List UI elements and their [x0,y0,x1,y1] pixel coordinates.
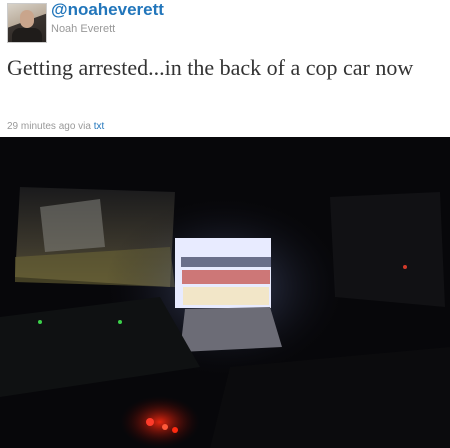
avatar-shirt [12,28,42,42]
tweet-meta: 29 minutes ago via txt [7,120,104,134]
avatar-face [20,10,34,28]
tweet-photo[interactable] [0,137,450,448]
user-handle-link[interactable]: @noaheverett [51,0,164,20]
tweet-text: Getting arrested...in the back of a cop … [7,55,414,80]
tweet-source-link[interactable]: txt [94,121,105,132]
user-real-name: Noah Everett [51,23,116,35]
via-label: via [78,121,91,132]
tweet-timestamp[interactable]: 29 minutes ago [7,121,75,132]
user-avatar[interactable] [7,3,47,43]
tweet-header: @noaheverett Noah Everett [0,0,450,46]
